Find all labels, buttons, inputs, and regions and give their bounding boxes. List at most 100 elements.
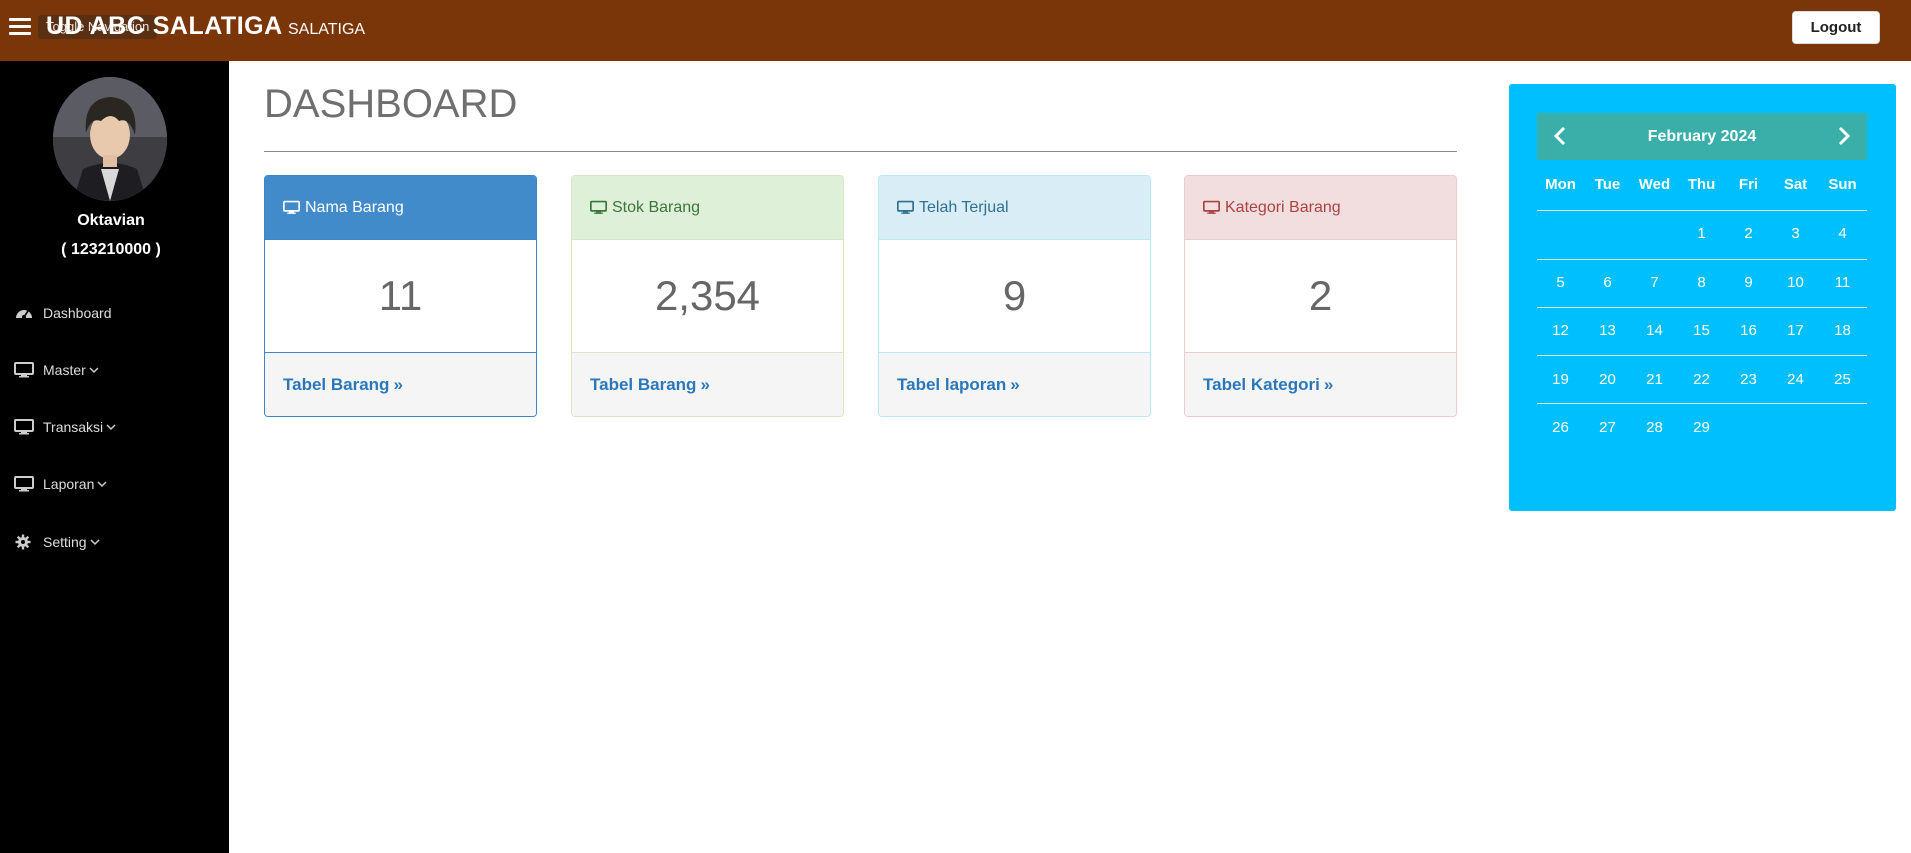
panel-link[interactable]: Tabel Barang »	[265, 353, 536, 416]
brand-title: UD ABC SALATIGA	[46, 12, 283, 40]
calendar-day[interactable]: 4	[1819, 225, 1866, 242]
sidebar-item-transaksi[interactable]: Transaksi	[14, 415, 116, 439]
panel-link[interactable]: Tabel Barang »	[572, 353, 843, 416]
desktop-icon	[590, 200, 607, 214]
calendar-day[interactable]: 29	[1678, 419, 1725, 436]
sidebar-item-label: Master	[43, 362, 86, 378]
calendar-day[interactable]: 7	[1631, 274, 1678, 291]
logout-button[interactable]: Logout	[1792, 11, 1880, 44]
panel-title: Kategori Barang	[1225, 198, 1341, 216]
panel-link-label: Tabel Kategori	[1203, 374, 1320, 394]
gear-icon	[15, 534, 31, 550]
calendar-month-label: February 2024	[1647, 128, 1757, 145]
desktop-icon	[14, 476, 34, 492]
calendar-header: February 2024	[1537, 113, 1867, 160]
calendar-day[interactable]: 27	[1584, 419, 1631, 436]
desktop-icon	[1203, 200, 1220, 214]
calendar-day[interactable]: 16	[1725, 322, 1772, 339]
calendar-day[interactable]: 21	[1631, 371, 1678, 388]
calendar-day[interactable]: 28	[1631, 419, 1678, 436]
double-chevron-right-icon: »	[1323, 374, 1334, 394]
calendar-day[interactable]: 26	[1537, 419, 1584, 436]
desktop-icon	[14, 419, 34, 435]
calendar-day[interactable]: 25	[1819, 371, 1866, 388]
panel-heading: Nama Barang	[265, 176, 536, 239]
calendar-day[interactable]: 22	[1678, 371, 1725, 388]
calendar-day[interactable]: 10	[1772, 274, 1819, 291]
calendar-day[interactable]: 11	[1819, 274, 1866, 291]
calendar-day[interactable]: 24	[1772, 371, 1819, 388]
calendar-weekday: Tue	[1594, 176, 1621, 193]
stat-panel-stok-barang: Stok Barang 2,354 Tabel Barang »	[571, 175, 844, 417]
stat-panel-kategori-barang: Kategori Barang 2 Tabel Kategori »	[1184, 175, 1457, 417]
panel-value: 9	[879, 239, 1150, 353]
calendar-weekday: Sat	[1783, 176, 1808, 193]
title-divider	[264, 151, 1457, 152]
calendar-day[interactable]: 3	[1772, 225, 1819, 242]
sidebar-item-laporan[interactable]: Laporan	[14, 472, 107, 496]
calendar-day[interactable]: 2	[1725, 225, 1772, 242]
panel-link-label: Tabel laporan	[897, 374, 1007, 394]
stat-panel-nama-barang: Nama Barang 11 Tabel Barang »	[264, 175, 537, 417]
panel-title: Telah Terjual	[919, 198, 1009, 216]
chevron-down-icon	[89, 367, 99, 374]
calendar-row-divider	[1537, 307, 1867, 308]
calendar-weekday: Fri	[1738, 176, 1759, 193]
calendar-day[interactable]: 13	[1584, 322, 1631, 339]
chevron-right-icon[interactable]	[1833, 125, 1853, 147]
panel-title: Nama Barang	[305, 198, 404, 216]
chevron-down-icon	[97, 481, 107, 488]
panel-value: 11	[265, 239, 536, 353]
double-chevron-right-icon: »	[700, 374, 710, 394]
calendar-day[interactable]: 23	[1725, 371, 1772, 388]
user-name: Oktavian	[77, 212, 145, 229]
sidebar-item-master[interactable]: Master	[14, 358, 99, 382]
calendar-day[interactable]: 12	[1537, 322, 1584, 339]
panel-heading: Kategori Barang	[1185, 176, 1456, 239]
sidebar-item-label: Setting	[43, 534, 87, 550]
calendar-day[interactable]: 8	[1678, 274, 1725, 291]
calendar-day[interactable]: 17	[1772, 322, 1819, 339]
hamburger-menu-icon[interactable]	[9, 18, 31, 36]
avatar	[53, 77, 167, 201]
calendar-row-divider	[1537, 355, 1867, 356]
calendar-day[interactable]: 20	[1584, 371, 1631, 388]
panel-value: 2,354	[572, 239, 843, 353]
dashboard-icon	[16, 310, 32, 319]
panel-heading: Stok Barang	[572, 176, 843, 239]
calendar-day[interactable]: 19	[1537, 371, 1584, 388]
sidebar-item-label: Dashboard	[43, 305, 112, 321]
sidebar: Oktavian ( 123210000 ) Dashboard Master …	[0, 61, 229, 853]
sidebar-item-setting[interactable]: Setting	[14, 530, 100, 554]
double-chevron-right-icon: »	[1010, 374, 1020, 394]
sidebar-item-label: Transaksi	[43, 419, 104, 435]
calendar-day[interactable]: 9	[1725, 274, 1772, 291]
calendar-row-divider	[1537, 403, 1867, 404]
panel-link-label: Tabel Barang	[283, 374, 390, 394]
calendar-day[interactable]: 18	[1819, 322, 1866, 339]
calendar-widget: February 2024 Mon Tue Wed Thu Fri Sat Sun 1 2 3 4 5…	[1509, 84, 1896, 511]
calendar-weekday: Sun	[1828, 176, 1857, 193]
calendar-row-divider	[1537, 259, 1867, 260]
calendar-day[interactable]: 1	[1678, 225, 1725, 242]
calendar-day[interactable]: 6	[1584, 274, 1631, 291]
desktop-icon	[897, 200, 914, 214]
panel-value: 2	[1185, 239, 1456, 353]
brand-subtitle: SALATIGA	[288, 21, 366, 38]
sidebar-item-dashboard[interactable]: Dashboard	[14, 301, 112, 325]
chevron-left-icon[interactable]	[1551, 125, 1571, 147]
chevron-down-icon	[90, 539, 100, 546]
calendar-day[interactable]: 15	[1678, 322, 1725, 339]
calendar-day[interactable]: 5	[1537, 274, 1584, 291]
top-navbar: Toggle Navigation UD ABC SALATIGA SALATI…	[0, 0, 1911, 61]
calendar-weekday: Mon	[1545, 176, 1576, 193]
panel-link[interactable]: Tabel laporan »	[879, 353, 1150, 416]
page-title: DASHBOARD	[264, 82, 518, 126]
panel-link-label: Tabel Barang	[590, 374, 697, 394]
panel-link[interactable]: Tabel Kategori »	[1185, 353, 1456, 416]
user-id: ( 123210000 )	[61, 241, 161, 258]
double-chevron-right-icon: »	[393, 374, 403, 394]
desktop-icon	[14, 362, 34, 378]
calendar-row-divider	[1537, 210, 1867, 211]
calendar-day[interactable]: 14	[1631, 322, 1678, 339]
